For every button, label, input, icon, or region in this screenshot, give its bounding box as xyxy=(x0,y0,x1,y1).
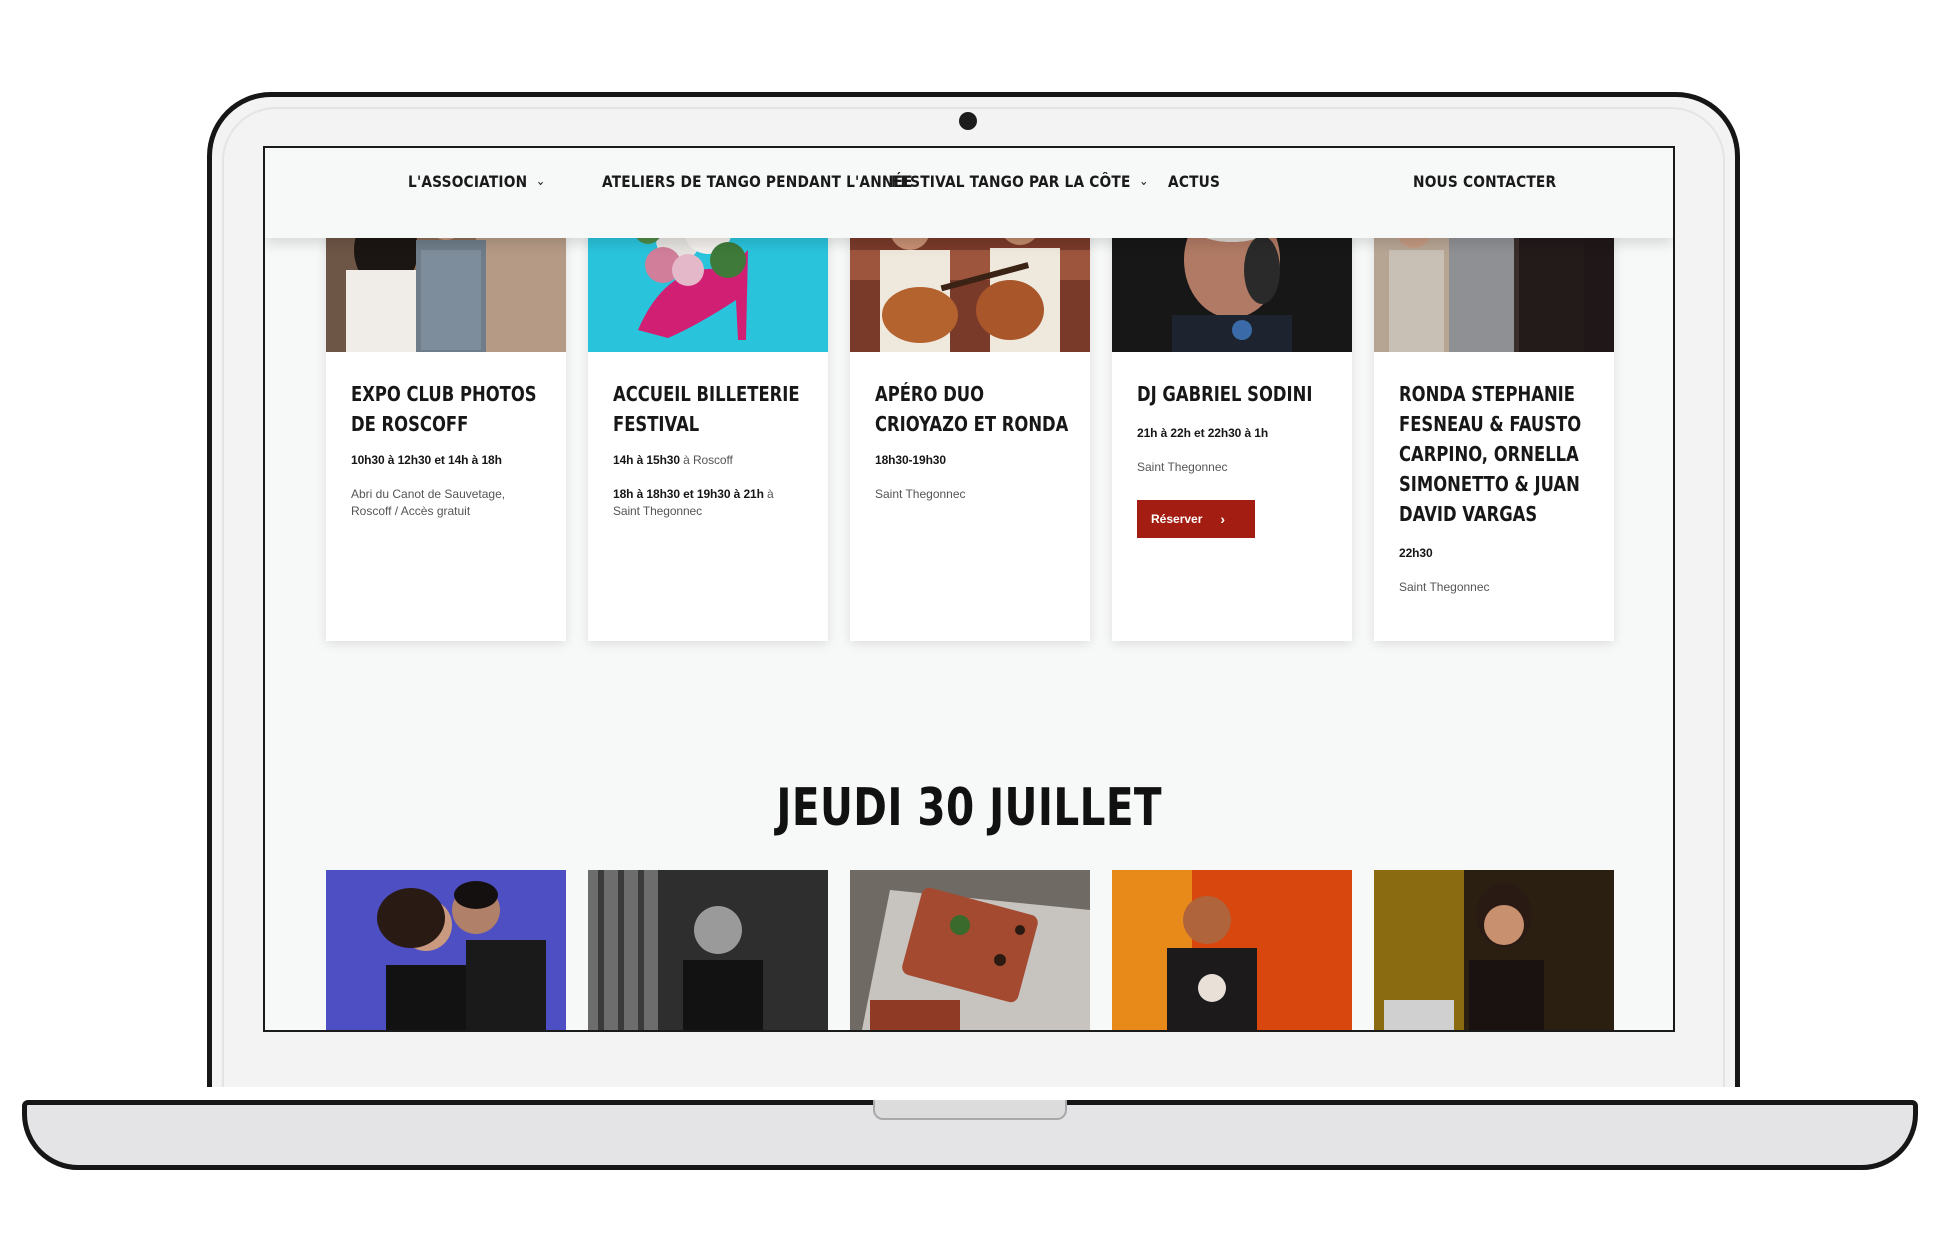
event-time-row: 18h à 18h30 et 19h30 à 21h à Saint Thego… xyxy=(613,486,793,520)
screen: L'ASSOCIATION ⌄ ATELIERS DE TANGO PENDANT… xyxy=(263,146,1675,1032)
event-time-row: 14h à 15h30 à Roscoff xyxy=(613,453,813,467)
event-photo-dj-orange[interactable] xyxy=(1112,870,1352,1030)
reserve-button[interactable]: Réserver › xyxy=(1137,500,1255,538)
section-title: JEUDI 30 JUILLET xyxy=(776,778,1162,838)
nav-item-label: FESTIVAL TANGO PAR LA CÔTE xyxy=(891,172,1131,191)
top-navigation: L'ASSOCIATION ⌄ ATELIERS DE TANGO PENDANT… xyxy=(265,148,1673,238)
event-photo-food[interactable] xyxy=(850,870,1090,1030)
event-time: 22h30 xyxy=(1399,546,1433,560)
laptop-notch xyxy=(873,1100,1067,1120)
event-title: EXPO CLUB PHOTOS DE ROSCOFF xyxy=(351,382,537,436)
event-location: à Roscoff xyxy=(679,453,733,467)
event-title: RONDA STEPHANIE FESNEAU & FAUSTO CARPINO… xyxy=(1399,382,1582,526)
event-card[interactable]: EXPO CLUB PHOTOS DE ROSCOFF 10h30 à 12h3… xyxy=(326,190,566,641)
event-photo-portrait-bw[interactable] xyxy=(588,870,828,1030)
event-photo-tango-couple[interactable] xyxy=(326,870,566,1030)
nav-item-festival[interactable]: FESTIVAL TANGO PAR LA CÔTE ⌄ xyxy=(891,172,1149,191)
chevron-right-icon: › xyxy=(1220,511,1226,527)
event-title: APÉRO DUO CRIOYAZO ET RONDA xyxy=(875,382,1069,436)
event-time: 18h30-19h30 xyxy=(875,453,946,467)
chevron-down-icon: ⌄ xyxy=(1139,174,1149,189)
event-location: Abri du Canot de Sauvetage, Roscoff / Ac… xyxy=(351,487,506,518)
nav-item-ateliers[interactable]: ATELIERS DE TANGO PENDANT L'ANNÉE xyxy=(602,172,913,191)
event-time: 10h30 à 12h30 et 14h à 18h xyxy=(351,453,502,467)
event-location: Saint Thegonnec xyxy=(1399,580,1490,594)
event-title: ACCUEIL BILLETERIE FESTIVAL xyxy=(613,382,800,436)
reserve-button-label: Réserver xyxy=(1151,512,1203,526)
event-location: Saint Thegonnec xyxy=(875,487,966,501)
nav-item-contact[interactable]: NOUS CONTACTER xyxy=(1413,172,1556,191)
nav-item-actus[interactable]: ACTUS xyxy=(1168,172,1220,191)
nav-item-association[interactable]: L'ASSOCIATION ⌄ xyxy=(408,172,545,191)
event-card[interactable]: RONDA STEPHANIE FESNEAU & FAUSTO CARPINO… xyxy=(1374,190,1614,641)
event-location: Saint Thegonnec xyxy=(1137,460,1228,474)
camera-icon xyxy=(959,112,977,130)
event-card[interactable]: ACCUEIL BILLETERIE FESTIVAL 14h à 15h30 … xyxy=(588,190,828,641)
nav-item-label: ACTUS xyxy=(1168,172,1221,191)
event-photo-woman-dj[interactable] xyxy=(1374,870,1614,1030)
nav-item-label: NOUS CONTACTER xyxy=(1413,172,1557,191)
event-time: 18h à 18h30 et 19h30 à 21h xyxy=(613,487,764,501)
event-time: 14h à 15h30 xyxy=(613,453,680,467)
event-card[interactable]: DJ GABRIEL SODINI 21h à 22h et 22h30 à 1… xyxy=(1112,190,1352,641)
event-card[interactable]: APÉRO DUO CRIOYAZO ET RONDA 18h30-19h30 … xyxy=(850,190,1090,641)
event-time: 21h à 22h et 22h30 à 1h xyxy=(1137,426,1269,440)
nav-item-label: ATELIERS DE TANGO PENDANT L'ANNÉE xyxy=(602,172,913,191)
chevron-down-icon: ⌄ xyxy=(535,174,546,189)
event-title: DJ GABRIEL SODINI xyxy=(1137,382,1313,406)
nav-item-label: L'ASSOCIATION xyxy=(408,172,528,191)
